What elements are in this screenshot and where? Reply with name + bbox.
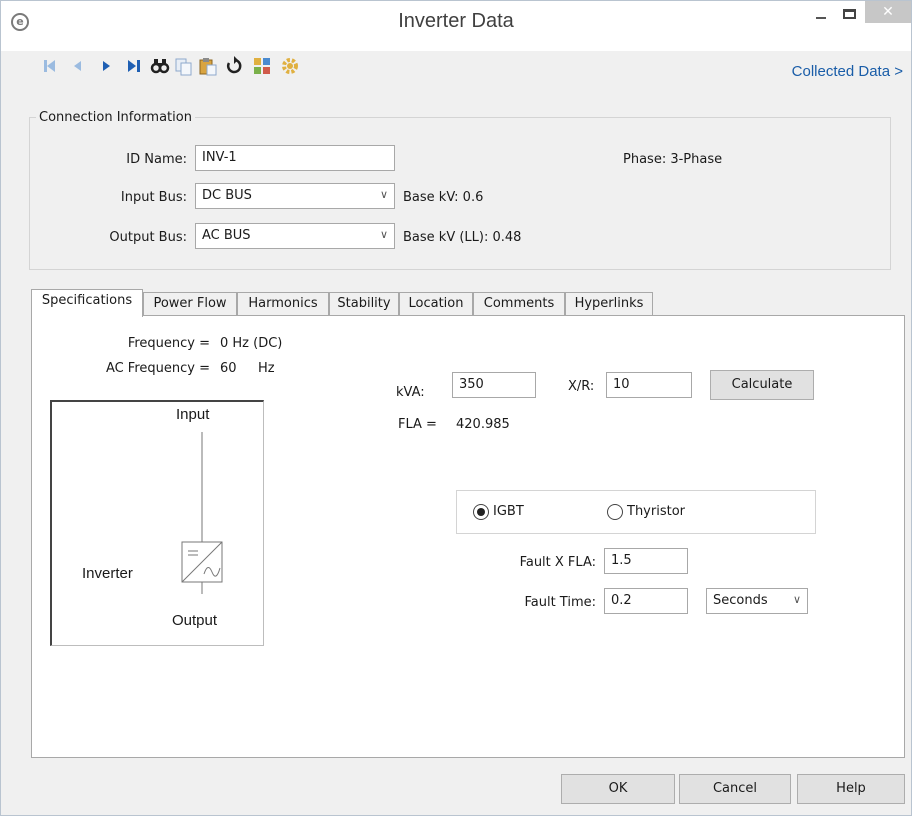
base-kv-label: Base kV: 0.6	[403, 190, 484, 205]
previous-record-icon[interactable]	[67, 55, 89, 77]
base-kv-ll-value: 0.48	[492, 230, 522, 245]
tab-location[interactable]: Location	[399, 292, 473, 316]
next-record-icon[interactable]	[95, 55, 117, 77]
fla-value: 420.985	[456, 417, 510, 432]
tab-specifications[interactable]: Specifications	[31, 289, 143, 317]
output-bus-label: Output Bus:	[109, 230, 187, 245]
cancel-button[interactable]: Cancel	[679, 774, 791, 804]
help-button[interactable]: Help	[797, 774, 905, 804]
kva-label: kVA:	[396, 385, 425, 400]
save-library-icon[interactable]	[251, 55, 273, 77]
tab-hyperlinks[interactable]: Hyperlinks	[565, 292, 653, 316]
base-kv-ll-label: Base kV (LL): 0.48	[403, 230, 522, 245]
xr-label: X/R:	[568, 379, 595, 394]
device-type-group: IGBT Thyristor	[456, 490, 816, 534]
specifications-panel: Frequency = 0 Hz (DC) AC Frequency = 60 …	[31, 315, 905, 758]
fault-time-label: Fault Time:	[524, 595, 596, 610]
ac-frequency-unit: Hz	[258, 361, 275, 376]
tab-harmonics[interactable]: Harmonics	[237, 292, 329, 316]
id-name-label: ID Name:	[126, 152, 187, 167]
find-icon[interactable]	[149, 55, 171, 77]
window-title: Inverter Data	[398, 10, 514, 32]
output-bus-select[interactable]: AC BUS ∨	[195, 223, 395, 249]
first-record-icon[interactable]	[39, 55, 61, 77]
ok-button[interactable]: OK	[561, 774, 675, 804]
inverter-data-window: e Inverter Data ✕ Collected Data > Conne…	[0, 0, 912, 816]
phase-value: 3-Phase	[670, 152, 723, 167]
frequency-label: Frequency =	[127, 336, 210, 351]
diagram-device-label: Inverter	[82, 565, 133, 582]
diagram-output-label: Output	[172, 612, 218, 629]
fault-x-fla-input[interactable]: 1.5	[604, 548, 688, 574]
kva-input[interactable]: 350	[452, 372, 536, 398]
xr-input[interactable]: 10	[606, 372, 692, 398]
undo-icon[interactable]	[223, 55, 245, 77]
ac-frequency-label: AC Frequency =	[105, 361, 210, 376]
calculate-button[interactable]: Calculate	[710, 370, 814, 400]
fault-x-fla-label: Fault X FLA:	[519, 555, 596, 570]
input-bus-label: Input Bus:	[120, 190, 187, 205]
frequency-value: 0 Hz (DC)	[220, 336, 283, 351]
chevron-down-icon: ∨	[792, 593, 801, 606]
chevron-down-icon: ∨	[379, 188, 388, 201]
igbt-label: IGBT	[493, 504, 524, 519]
fault-time-unit-value: Seconds	[713, 593, 768, 608]
tab-comments[interactable]: Comments	[473, 292, 565, 316]
copy-icon[interactable]	[173, 55, 195, 77]
chevron-down-icon: ∨	[379, 228, 388, 241]
paste-icon[interactable]	[197, 55, 219, 77]
fla-label: FLA =	[398, 417, 437, 432]
inverter-symbol	[181, 432, 223, 594]
close-button[interactable]: ✕	[865, 1, 911, 23]
settings-gear-icon[interactable]	[279, 55, 301, 77]
id-name-input[interactable]: INV-1	[195, 145, 395, 171]
fault-time-input[interactable]: 0.2	[604, 588, 688, 614]
output-bus-value: AC BUS	[202, 228, 251, 243]
connection-information-legend: Connection Information	[39, 110, 192, 125]
base-kv-value: 0.6	[462, 190, 484, 205]
input-bus-value: DC BUS	[202, 188, 252, 203]
collected-data-link[interactable]: Collected Data >	[792, 63, 903, 80]
minimize-button[interactable]	[809, 3, 833, 29]
title-bar: e Inverter Data ✕	[1, 1, 911, 51]
igbt-radio[interactable]	[473, 504, 489, 520]
thyristor-radio[interactable]	[607, 504, 623, 520]
ac-frequency-value: 60	[220, 361, 237, 376]
input-bus-select[interactable]: DC BUS ∨	[195, 183, 395, 209]
fault-time-unit-select[interactable]: Seconds ∨	[706, 588, 808, 614]
tab-power-flow[interactable]: Power Flow	[143, 292, 237, 316]
inverter-one-line-diagram: Input Inverter Output	[50, 400, 264, 646]
thyristor-label: Thyristor	[627, 504, 685, 519]
last-record-icon[interactable]	[123, 55, 145, 77]
tab-stability[interactable]: Stability	[329, 292, 399, 316]
maximize-button[interactable]	[835, 3, 863, 29]
phase-label: Phase: 3-Phase	[623, 152, 723, 167]
